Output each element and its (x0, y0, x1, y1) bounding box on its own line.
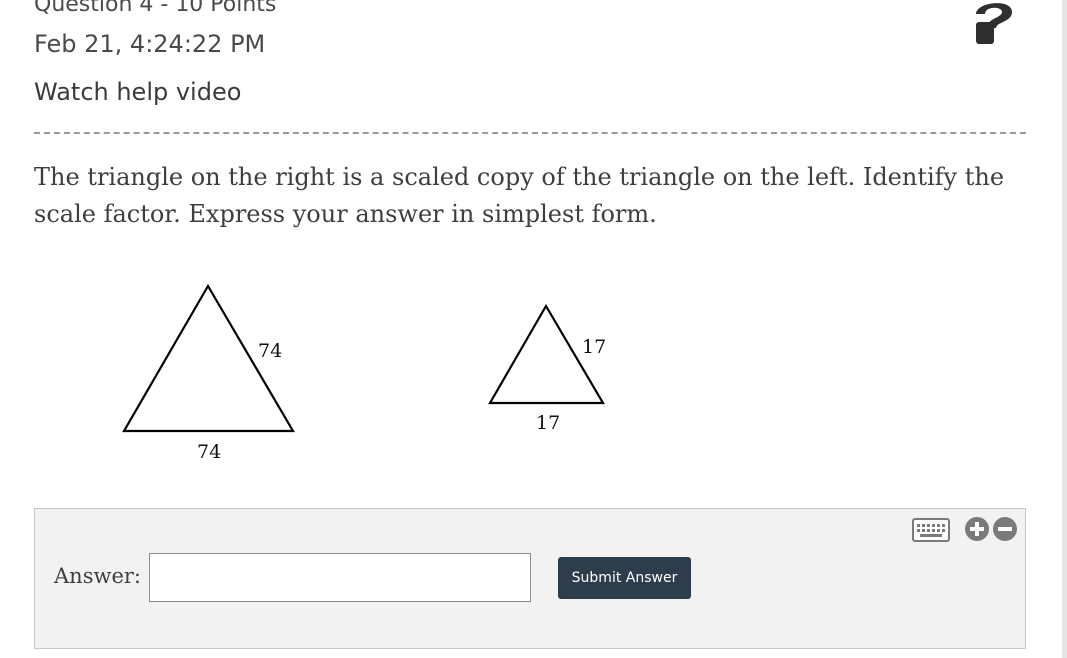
watch-help-video-link[interactable]: Watch help video (34, 78, 241, 106)
scrollbar-track[interactable] (1062, 0, 1067, 658)
left-triangle-side-label: 74 (258, 340, 282, 362)
submit-answer-button[interactable]: Submit Answer (558, 557, 691, 599)
answer-label: Answer: (54, 564, 141, 588)
right-triangle-side-label: 17 (582, 336, 606, 358)
zoom-in-icon[interactable] (964, 516, 990, 542)
left-triangle-base-label: 74 (197, 441, 221, 463)
question-mark-icon[interactable] (970, 0, 1018, 48)
question-timestamp: Feb 21, 4:24:22 PM (34, 30, 266, 58)
section-divider (34, 132, 1026, 134)
answer-panel: Answer: Submit Answer (34, 508, 1026, 649)
keyboard-icon[interactable] (912, 518, 950, 542)
answer-input[interactable] (149, 553, 531, 602)
right-triangle-base-label: 17 (536, 412, 560, 434)
zoom-out-icon[interactable] (992, 516, 1018, 542)
question-prompt: The triangle on the right is a scaled co… (34, 163, 1005, 228)
triangle-figure: 74 74 17 17 (122, 283, 606, 463)
question-title: Question 4 - 10 Points (34, 0, 277, 17)
